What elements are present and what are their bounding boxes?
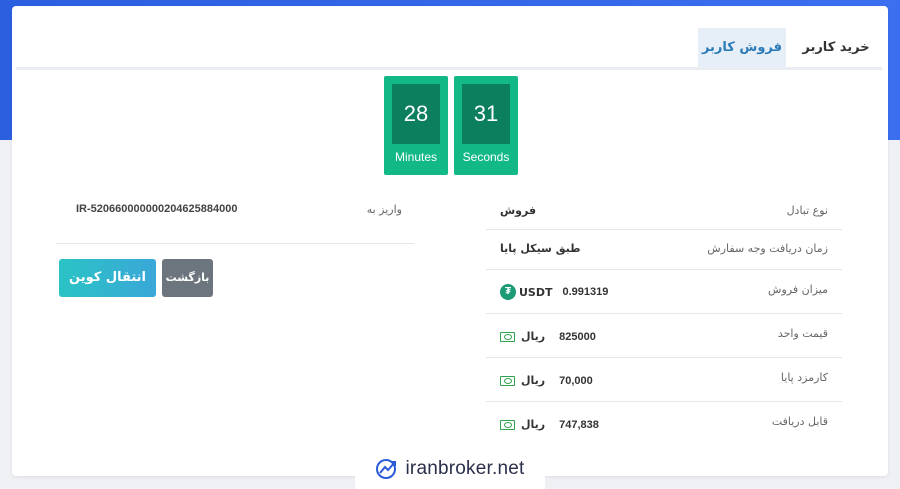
back-button[interactable]: بازگشت: [162, 259, 213, 297]
tether-icon: ₮: [500, 284, 516, 300]
detail-row-unit-price: قیمت واحد ریال 825000: [486, 314, 842, 358]
order-card: خرید کاربر فروش کاربر 28 Minutes 31 Seco…: [12, 6, 888, 476]
detail-row-exchange-type: نوع تبادل فروش: [486, 192, 842, 230]
tab-bar: خرید کاربر فروش کاربر: [16, 28, 882, 70]
detail-row-paya-fee: کارمزد پایا ریال 70,000: [486, 358, 842, 402]
detail-label: میزان فروش: [768, 283, 828, 296]
tab-user-sell[interactable]: فروش کاربر: [698, 28, 786, 68]
detail-label: زمان دریافت وجه سفارش: [707, 242, 828, 255]
detail-row-payment-time: زمان دریافت وجه سفارش طبق سیکل پایا: [486, 230, 842, 270]
detail-label: قابل دریافت: [771, 415, 828, 428]
detail-value: ریال 825000: [500, 330, 596, 343]
seconds-label: Seconds: [462, 150, 510, 164]
watermark-text: iranbroker.net: [405, 457, 525, 479]
minutes-value: 28: [392, 84, 440, 144]
detail-amount: 825000: [559, 330, 596, 343]
cash-icon: [500, 331, 515, 342]
detail-amount: 747,838: [559, 418, 599, 431]
chart-logo-icon: [375, 458, 396, 479]
deposit-label: واریز به: [366, 203, 402, 216]
deposit-iban: IR-520660000000204625884000: [76, 203, 238, 215]
detail-row-receivable: قابل دریافت ریال 747,838: [486, 402, 842, 446]
detail-value: ریال 747,838: [500, 418, 599, 431]
detail-amount: 70,000: [559, 374, 593, 387]
detail-value: ریال 70,000: [500, 374, 593, 387]
detail-value: فروش: [500, 204, 537, 217]
seconds-value: 31: [462, 84, 510, 144]
detail-unit: ریال: [521, 374, 546, 387]
cash-icon: [500, 419, 515, 430]
detail-label: نوع تبادل: [786, 204, 828, 217]
detail-label: کارمزد پایا: [780, 371, 828, 384]
tab-user-buy[interactable]: خرید کاربر: [790, 28, 882, 68]
countdown-minutes: 28 Minutes: [384, 76, 448, 175]
detail-value: ₮ USDT 0.991319: [500, 284, 608, 300]
site-watermark: iranbroker.net: [355, 448, 545, 489]
detail-unit: ریال: [521, 418, 546, 431]
detail-value: طبق سیکل پایا: [500, 242, 581, 255]
detail-unit: ریال: [521, 330, 546, 343]
minutes-label: Minutes: [394, 150, 438, 164]
deposit-row: واریز به IR-520660000000204625884000: [56, 194, 414, 244]
detail-row-sell-amount: میزان فروش ₮ USDT 0.991319: [486, 270, 842, 314]
countdown-seconds: 31 Seconds: [454, 76, 518, 175]
detail-label: قیمت واحد: [777, 327, 828, 340]
detail-unit: USDT: [519, 285, 553, 299]
cash-icon: [500, 375, 515, 386]
detail-amount: 0.991319: [562, 286, 609, 298]
transfer-coin-button[interactable]: انتقال کوین: [59, 259, 156, 297]
